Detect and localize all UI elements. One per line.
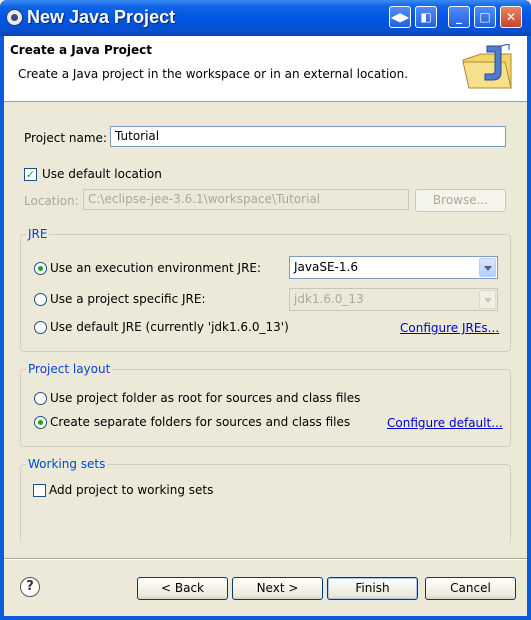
banner-subtitle: Create a Java project in the workspace o… (18, 67, 409, 81)
project-name-input[interactable]: Tutorial (110, 126, 506, 147)
add-to-working-sets-label[interactable]: Add project to working sets (49, 483, 213, 497)
location-label: Location: (24, 194, 79, 208)
default-jre-radio[interactable] (34, 321, 47, 334)
window-title: New Java Project (27, 7, 176, 27)
folder-root-label[interactable]: Use project folder as root for sources a… (50, 391, 360, 405)
configure-jres-link[interactable]: Configure JREs... (400, 321, 499, 335)
java-project-wizard-icon (462, 44, 512, 89)
back-button[interactable]: < Back (137, 577, 228, 600)
execution-env-radio[interactable] (34, 262, 47, 275)
project-layout-group (20, 369, 511, 447)
browse-button[interactable]: Browse... (415, 189, 506, 212)
working-sets-group-label: Working sets (26, 457, 108, 471)
restore-layout-icon[interactable]: ◀▶ (389, 6, 411, 28)
next-button[interactable]: Next > (232, 577, 323, 600)
project-name-label: Project name: (24, 131, 107, 145)
new-java-project-window: New Java Project ◀▶ ◧ _ □ ✕ Create a Jav… (0, 0, 531, 620)
configure-default-link[interactable]: Configure default... (387, 416, 503, 430)
dialog-body: Create a Java Project Create a Java proj… (4, 36, 527, 616)
execution-env-select[interactable]: JavaSE-1.6 (289, 256, 498, 279)
separate-folders-label[interactable]: Create separate folders for sources and … (50, 415, 350, 429)
location-input[interactable]: C:\eclipse-jee-3.6.1\workspace\Tutorial (83, 189, 409, 210)
help-icon[interactable]: ? (20, 577, 40, 597)
eclipse-icon[interactable] (6, 9, 23, 26)
execution-env-value: JavaSE-1.6 (294, 260, 358, 274)
close-button[interactable]: ✕ (500, 6, 522, 28)
project-specific-jre-value: jdk1.6.0_13 (294, 292, 364, 306)
working-sets-group (20, 464, 511, 544)
banner-title: Create a Java Project (10, 43, 153, 57)
folder-root-radio[interactable] (34, 392, 47, 405)
maximize-button[interactable]: □ (474, 6, 496, 28)
window-tab-icon[interactable]: ◧ (415, 6, 437, 28)
chevron-down-icon[interactable] (479, 258, 496, 277)
footer-divider (4, 558, 527, 560)
use-default-location-label[interactable]: Use default location (42, 167, 162, 181)
project-layout-group-label: Project layout (26, 362, 113, 376)
wizard-banner: Create a Java Project Create a Java proj… (4, 36, 527, 102)
project-specific-jre-radio[interactable] (34, 293, 47, 306)
add-to-working-sets-checkbox[interactable] (33, 484, 46, 497)
project-specific-jre-select[interactable]: jdk1.6.0_13 (289, 288, 498, 311)
title-bar[interactable]: New Java Project ◀▶ ◧ _ □ ✕ (0, 0, 531, 36)
jre-group-label: JRE (26, 227, 50, 241)
separate-folders-radio[interactable] (34, 416, 47, 429)
project-specific-jre-label[interactable]: Use a project specific JRE: (50, 292, 206, 306)
use-default-location-checkbox[interactable]: ✓ (24, 168, 37, 181)
chevron-down-icon[interactable] (479, 290, 496, 309)
cancel-button[interactable]: Cancel (425, 577, 516, 600)
minimize-button[interactable]: _ (448, 6, 470, 28)
finish-button[interactable]: Finish (327, 577, 418, 600)
default-jre-label[interactable]: Use default JRE (currently 'jdk1.6.0_13'… (50, 320, 289, 334)
execution-env-label[interactable]: Use an execution environment JRE: (50, 261, 261, 275)
